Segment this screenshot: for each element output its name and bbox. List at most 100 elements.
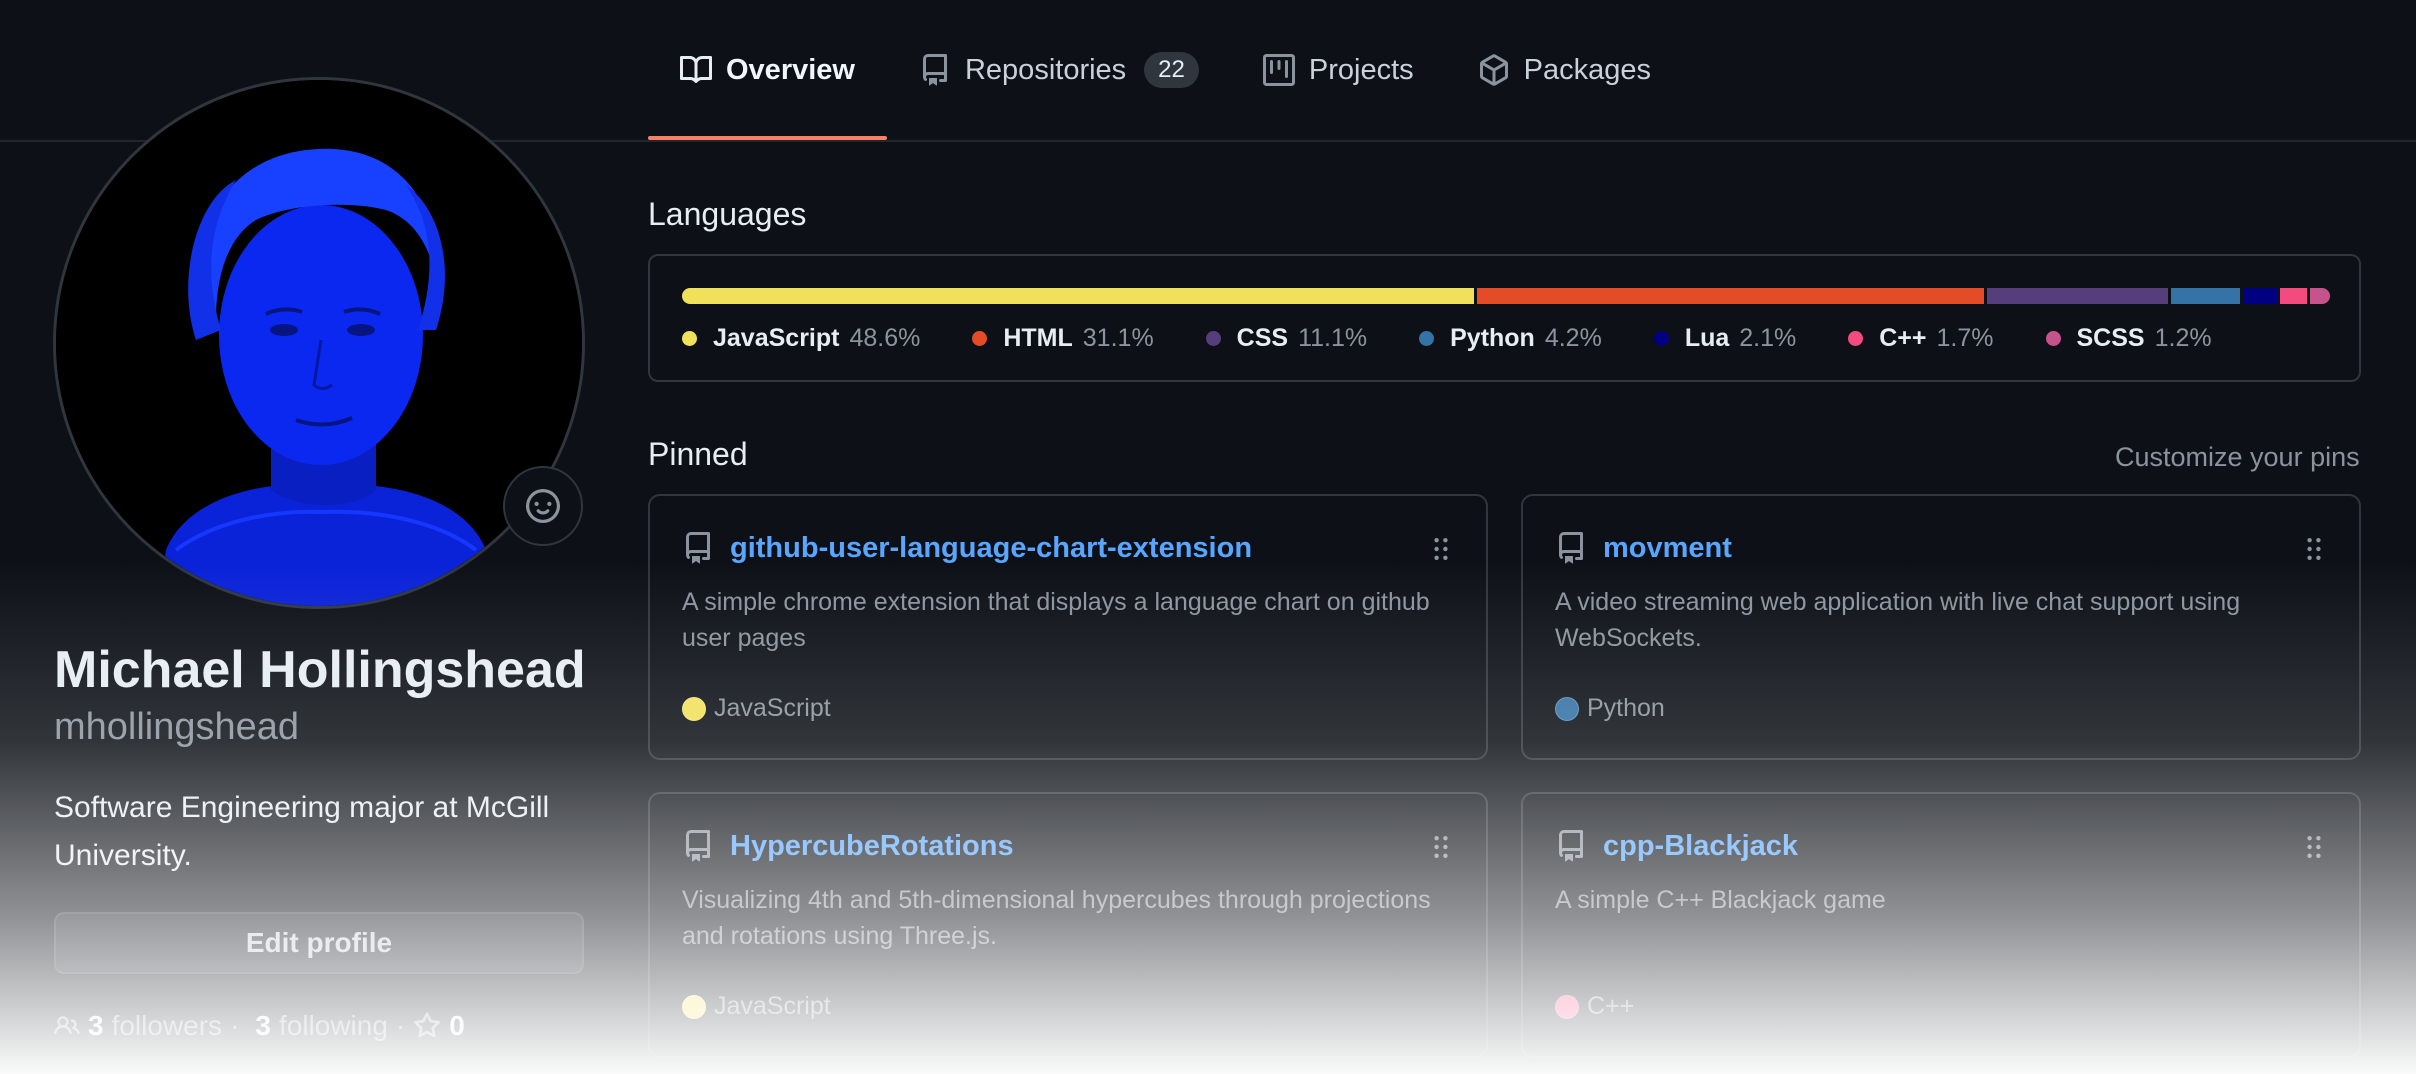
language-color-dot	[2045, 331, 2061, 346]
book-icon	[680, 54, 712, 86]
smiley-icon	[526, 489, 560, 523]
tab-label: Repositories	[964, 53, 1127, 86]
set-status-button[interactable]	[503, 466, 583, 546]
repo-name-link[interactable]: movment	[1603, 532, 1732, 565]
followers-count[interactable]: 3	[88, 1010, 104, 1042]
repo-description: Visualizing 4th and 5th-dimensional hype…	[682, 886, 1431, 950]
language-color-dot	[1205, 331, 1221, 346]
profile-tabs: Overview Repositories 22 Projects Packag…	[648, 0, 1683, 141]
language-bar-segment	[2171, 288, 2240, 304]
language-bar-segment	[2242, 288, 2277, 304]
language-color-dot	[1555, 696, 1579, 721]
language-bar-segment	[1987, 288, 2169, 304]
pinned-repo-card: cpp-Blackjack A simple C++ Blackjack game…	[1521, 792, 2361, 1058]
drag-handle-icon[interactable]	[1434, 538, 1448, 560]
language-name: Lua	[1684, 324, 1730, 352]
followers-label[interactable]: followers	[112, 1010, 222, 1042]
repo-description: A simple C++ Blackjack game	[1555, 886, 1886, 914]
language-bar-segment	[2310, 288, 2330, 304]
language-name: Python	[1450, 324, 1535, 352]
repo-icon	[1559, 532, 1583, 564]
languages-card: JavaScript 48.6% HTML 31.1% CSS 11.1% Python 4.…	[648, 254, 2361, 382]
separator-dot: ·	[230, 1010, 240, 1041]
tab-projects[interactable]: Projects	[1231, 0, 1446, 140]
repo-language: JavaScript	[682, 694, 831, 723]
drag-handle-icon[interactable]	[1434, 836, 1448, 858]
language-bar-segment	[2279, 288, 2308, 304]
language-percent: 1.7%	[1936, 324, 1994, 352]
avatar[interactable]	[53, 77, 585, 609]
language-legend-item: HTML 31.1%	[972, 324, 1154, 353]
tab-label: Overview	[726, 53, 855, 86]
repo-name-link[interactable]: cpp-Blackjack	[1603, 830, 1798, 863]
repo-name-link[interactable]: HypercubeRotations	[730, 830, 1014, 863]
language-legend-item: C++ 1.7%	[1848, 324, 1994, 353]
language-name: JavaScript	[713, 324, 840, 352]
edit-profile-button[interactable]: Edit profile	[54, 912, 584, 974]
tab-packages[interactable]: Packages	[1446, 0, 1683, 140]
language-color-dot	[682, 331, 697, 346]
drag-handle-icon[interactable]	[2307, 538, 2321, 560]
stars-count[interactable]: 0	[449, 1010, 465, 1042]
repo-name-link[interactable]: github-user-language-chart-extension	[730, 532, 1252, 565]
language-legend-item: JavaScript 48.6%	[682, 324, 920, 353]
language-legend-item: Lua 2.1%	[1653, 324, 1796, 353]
repo-count-badge: 22	[1144, 52, 1199, 88]
tab-overview[interactable]: Overview	[648, 0, 887, 140]
language-color-dot	[682, 994, 706, 1019]
language-name: CSS	[1236, 324, 1289, 352]
pinned-title: Pinned	[648, 436, 748, 472]
repo-language-label: JavaScript	[714, 992, 831, 1020]
language-color-dot	[682, 696, 706, 721]
repo-icon	[919, 54, 951, 86]
star-icon	[414, 1012, 441, 1038]
drag-handle-icon[interactable]	[2307, 836, 2321, 858]
pinned-repo-card: movment A video streaming web application…	[1521, 494, 2361, 760]
repo-icon	[1559, 830, 1583, 862]
language-legend-item: Python 4.2%	[1419, 324, 1602, 353]
language-legend-item: SCSS 1.2%	[2045, 324, 2212, 353]
repo-language-label: Python	[1587, 694, 1665, 722]
language-color-dot	[972, 331, 988, 346]
language-percent: 11.1%	[1298, 324, 1368, 352]
repo-language: Python	[1555, 694, 1665, 723]
package-icon	[1478, 54, 1510, 86]
language-color-dot	[1555, 994, 1579, 1019]
repo-description: A simple chrome extension that displays …	[682, 588, 1430, 652]
language-legend-item: CSS 11.1%	[1205, 324, 1368, 353]
language-color-dot	[1653, 331, 1669, 346]
repo-language-label: C++	[1587, 992, 1635, 1020]
repo-language-label: JavaScript	[714, 694, 831, 722]
language-name: C++	[1879, 324, 1927, 352]
tab-label: Packages	[1523, 53, 1651, 86]
language-name: HTML	[1003, 324, 1073, 352]
language-percent: 1.2%	[2154, 324, 2212, 352]
following-count[interactable]: 3	[255, 1010, 271, 1042]
language-percent: 4.2%	[1544, 324, 1602, 352]
tab-label: Projects	[1308, 53, 1414, 86]
language-bar-segment	[1477, 288, 1985, 304]
customize-pins-link[interactable]: Customize your pins	[2115, 442, 2360, 473]
follow-stats: 3 followers · 3 following · 0	[54, 1010, 473, 1042]
profile-login: mhollingshead	[54, 706, 300, 748]
profile-name: Michael Hollingshead	[54, 641, 586, 699]
repo-language: JavaScript	[682, 992, 831, 1021]
project-icon	[1262, 54, 1295, 86]
languages-title: Languages	[648, 196, 807, 232]
following-label[interactable]: following	[279, 1010, 388, 1042]
tab-repositories[interactable]: Repositories 22	[887, 0, 1231, 140]
people-icon	[54, 1016, 80, 1035]
language-bar	[682, 288, 2330, 304]
language-percent: 48.6%	[849, 324, 921, 352]
language-color-dot	[1848, 331, 1864, 346]
repo-description: A video streaming web application with l…	[1555, 588, 2241, 652]
language-bar-segment	[682, 288, 1475, 304]
language-percent: 31.1%	[1082, 324, 1154, 352]
repo-icon	[686, 830, 710, 862]
language-legend: JavaScript 48.6% HTML 31.1% CSS 11.1% Python 4.…	[682, 324, 2264, 353]
pinned-repo-card: HypercubeRotations Visualizing 4th and 5t…	[648, 792, 1488, 1058]
separator-dot: ·	[395, 1010, 406, 1041]
language-name: SCSS	[2076, 324, 2145, 352]
pinned-repo-card: github-user-language-chart-extension A si…	[648, 494, 1488, 760]
repo-language: C++	[1555, 992, 1634, 1021]
